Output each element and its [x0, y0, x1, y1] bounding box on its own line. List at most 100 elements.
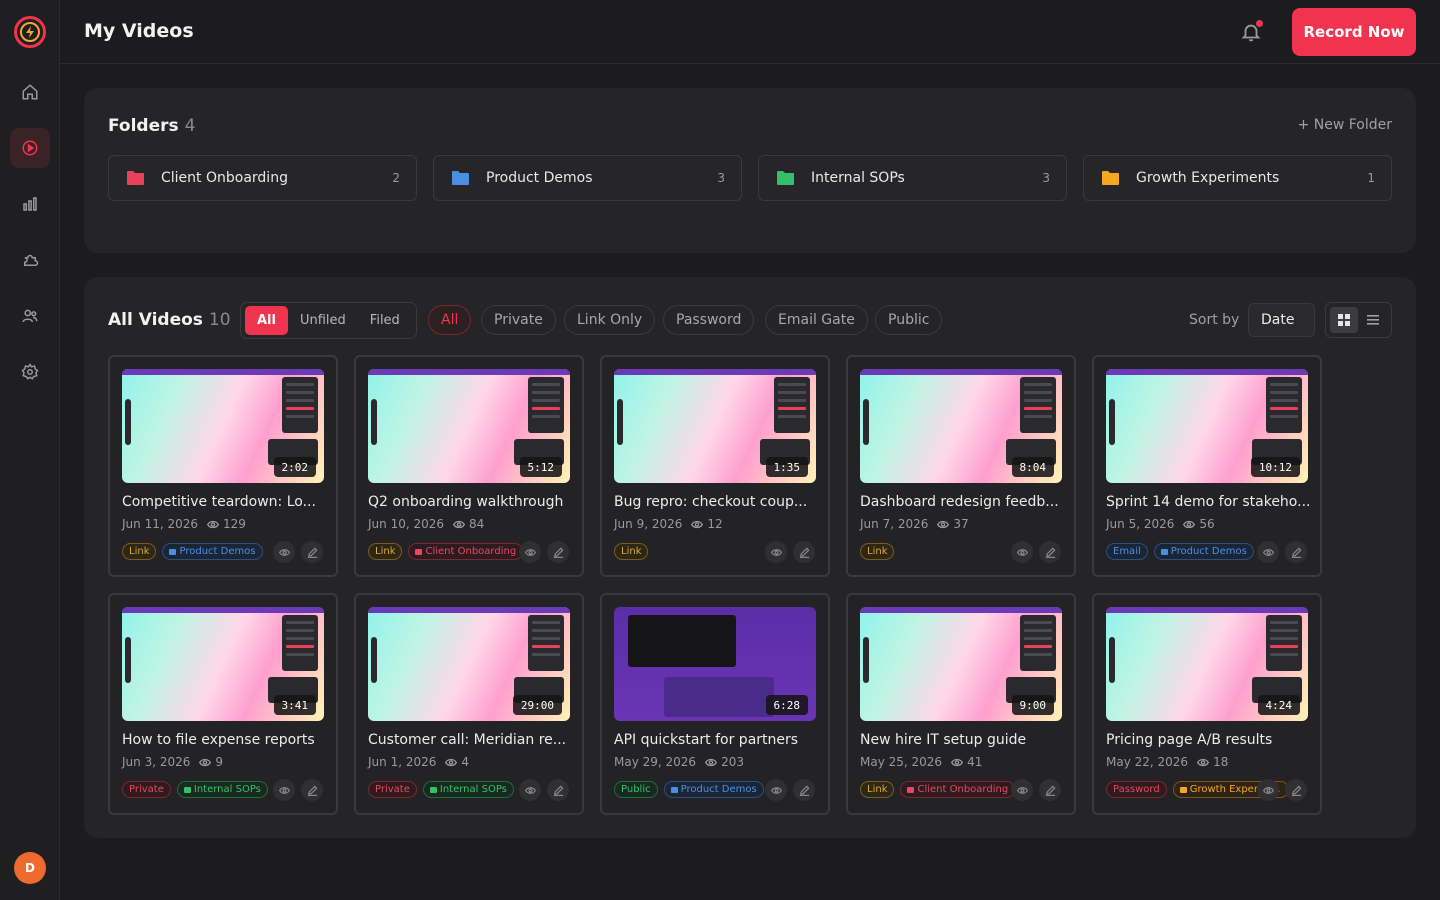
preview-button[interactable] — [519, 541, 541, 563]
sidebar-item-analytics[interactable] — [10, 184, 50, 224]
video-card[interactable]: 2:02 Competitive teardown: Lo... Jun 11, 2… — [108, 355, 338, 577]
video-date: Jun 9, 2026 — [614, 517, 683, 531]
video-card[interactable]: 3:41 How to file expense reports Jun 3, 20… — [108, 593, 338, 815]
sidebar-item-integrations[interactable] — [10, 240, 50, 280]
eye-icon — [445, 758, 458, 766]
folder-tag[interactable]: Product Demos — [162, 543, 263, 560]
filter-chip-link-only[interactable]: Link Only — [564, 305, 656, 335]
folder-tag[interactable]: Client Onboarding — [408, 543, 524, 560]
folder-card-client-onboarding[interactable]: Client Onboarding 2 — [108, 155, 417, 201]
preview-button[interactable] — [1257, 541, 1279, 563]
preview-button[interactable] — [1011, 779, 1033, 801]
preview-button[interactable] — [1011, 541, 1033, 563]
video-thumbnail[interactable]: 4:24 — [1106, 607, 1308, 721]
eye-icon — [524, 548, 536, 556]
video-title[interactable]: Competitive teardown: Lo... — [122, 494, 328, 510]
folder-tag[interactable]: Internal SOPs — [422, 781, 514, 798]
segment-unfiled[interactable]: Unfiled — [288, 306, 358, 335]
new-folder-button[interactable]: + New Folder — [1298, 117, 1392, 133]
preview-button[interactable] — [765, 541, 787, 563]
edit-button[interactable] — [547, 779, 569, 801]
grid-view-button[interactable] — [1330, 307, 1358, 333]
video-card[interactable]: 9:00 New hire IT setup guide May 25, 2026 4… — [846, 593, 1076, 815]
edit-button[interactable] — [547, 541, 569, 563]
list-view-button[interactable] — [1359, 307, 1387, 333]
preview-button[interactable] — [519, 779, 541, 801]
folder-tag[interactable]: Product Demos — [663, 781, 764, 798]
eye-icon — [705, 758, 718, 766]
video-card[interactable]: 4:24 Pricing page A/B results May 22, 2026… — [1092, 593, 1322, 815]
preview-button[interactable] — [1257, 779, 1279, 801]
folder-card-internal-sops[interactable]: Internal SOPs 3 — [758, 155, 1067, 201]
video-thumbnail[interactable]: 5:12 — [368, 369, 570, 483]
video-title[interactable]: Q2 onboarding walkthrough — [368, 494, 574, 510]
folder-icon — [1102, 171, 1119, 185]
filter-chip-public[interactable]: Public — [875, 305, 943, 335]
edit-button[interactable] — [793, 779, 815, 801]
video-title[interactable]: New hire IT setup guide — [860, 732, 1066, 748]
video-card[interactable]: 5:12 Q2 onboarding walkthrough Jun 10, 202… — [354, 355, 584, 577]
sidebar-item-videos[interactable] — [10, 128, 50, 168]
filter-chip-all[interactable]: All — [428, 305, 472, 335]
sidebar: D — [0, 0, 60, 900]
segment-filed[interactable]: Filed — [358, 306, 412, 335]
video-thumbnail[interactable]: 9:00 — [860, 607, 1062, 721]
video-meta: Jun 9, 2026 12 — [614, 517, 723, 531]
edit-button[interactable] — [793, 541, 815, 563]
preview-button[interactable] — [765, 779, 787, 801]
folder-card-product-demos[interactable]: Product Demos 3 — [433, 155, 742, 201]
preview-button[interactable] — [273, 779, 295, 801]
video-title[interactable]: Customer call: Meridian re... — [368, 732, 574, 748]
filter-chip-email-gate[interactable]: Email Gate — [765, 305, 868, 335]
edit-button[interactable] — [301, 779, 323, 801]
record-now-button[interactable]: Record Now — [1292, 8, 1416, 56]
pencil-icon — [307, 785, 317, 796]
video-thumbnail[interactable]: 29:00 — [368, 607, 570, 721]
filter-chip-password[interactable]: Password — [663, 305, 755, 335]
video-thumbnail[interactable]: 2:02 — [122, 369, 324, 483]
video-card[interactable]: 8:04 Dashboard redesign feedb... Jun 7, 20… — [846, 355, 1076, 577]
video-thumbnail[interactable]: 8:04 — [860, 369, 1062, 483]
filter-chip-private[interactable]: Private — [481, 305, 556, 335]
video-title[interactable]: Pricing page A/B results — [1106, 732, 1312, 748]
video-thumbnail[interactable]: 1:35 — [614, 369, 816, 483]
video-thumbnail[interactable]: 3:41 — [122, 607, 324, 721]
edit-button[interactable] — [301, 541, 323, 563]
video-tags: Private Internal SOPs — [368, 781, 520, 798]
eye-icon — [1183, 520, 1196, 528]
pencil-icon — [307, 547, 317, 558]
folder-tag[interactable]: Product Demos — [1153, 543, 1254, 560]
edit-button[interactable] — [1285, 779, 1307, 801]
edit-button[interactable] — [1285, 541, 1307, 563]
edit-button[interactable] — [1039, 541, 1061, 563]
sidebar-item-team[interactable] — [10, 296, 50, 336]
video-title[interactable]: Dashboard redesign feedb... — [860, 494, 1066, 510]
video-card[interactable]: 6:28 API quickstart for partners May 29, 2… — [600, 593, 830, 815]
videos-count: 10 — [208, 310, 231, 330]
eye-icon — [770, 786, 782, 794]
video-title[interactable]: API quickstart for partners — [614, 732, 820, 748]
folder-tag[interactable]: Internal SOPs — [176, 781, 268, 798]
edit-button[interactable] — [1039, 779, 1061, 801]
video-title[interactable]: Bug repro: checkout coup... — [614, 494, 820, 510]
privacy-tag: Link — [368, 543, 403, 560]
folders-panel: Folders 4 + New Folder Client Onboarding … — [84, 88, 1416, 253]
sort-select[interactable]: Date — [1248, 303, 1315, 337]
folder-card-growth-experiments[interactable]: Growth Experiments 1 — [1083, 155, 1392, 201]
video-card[interactable]: 29:00 Customer call: Meridian re... Jun 1,… — [354, 593, 584, 815]
video-thumbnail[interactable]: 6:28 — [614, 607, 816, 721]
segment-all[interactable]: All — [245, 306, 288, 335]
video-title[interactable]: Sprint 14 demo for stakeho... — [1106, 494, 1312, 510]
folder-tag[interactable]: Client Onboarding — [900, 781, 1016, 798]
app-logo-icon[interactable] — [14, 16, 46, 48]
privacy-tag: Link — [614, 543, 649, 560]
video-card[interactable]: 1:35 Bug repro: checkout coup... Jun 9, 20… — [600, 355, 830, 577]
sidebar-item-settings[interactable] — [10, 352, 50, 392]
video-thumbnail[interactable]: 10:12 — [1106, 369, 1308, 483]
sidebar-item-home[interactable] — [10, 72, 50, 112]
video-views: 18 — [1213, 755, 1229, 769]
video-title[interactable]: How to file expense reports — [122, 732, 328, 748]
preview-button[interactable] — [273, 541, 295, 563]
video-card[interactable]: 10:12 Sprint 14 demo for stakeho... Jun 5,… — [1092, 355, 1322, 577]
avatar[interactable]: D — [14, 852, 46, 884]
